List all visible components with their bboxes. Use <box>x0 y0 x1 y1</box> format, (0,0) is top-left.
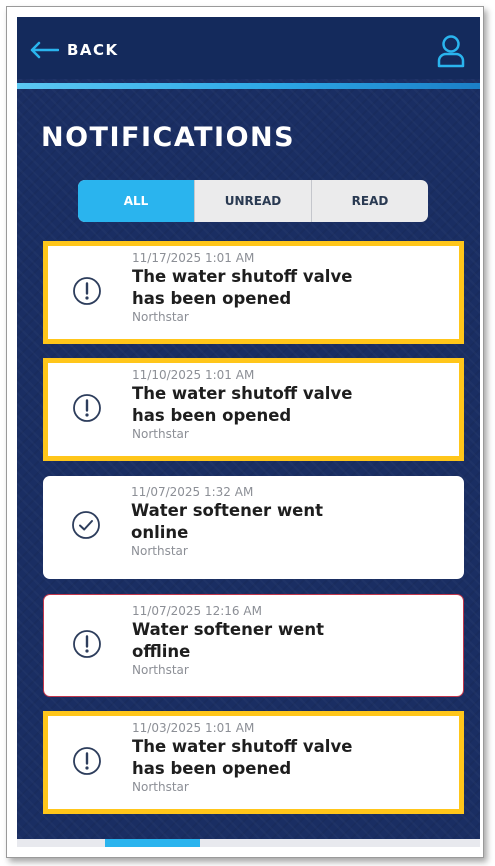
arrow-left-icon <box>30 41 59 59</box>
user-icon <box>437 35 465 68</box>
notification-card[interactable]: 11/17/2025 1:01 AM The water shutoff val… <box>43 241 464 344</box>
back-button[interactable]: BACK <box>29 37 119 63</box>
tab-unread[interactable]: UNREAD <box>195 180 312 222</box>
notification-time: 11/07/2025 12:16 AM <box>132 604 262 618</box>
notification-card[interactable]: 11/07/2025 1:32 AM Water softener went o… <box>43 476 464 579</box>
exclamation-circle-icon <box>73 277 101 305</box>
notification-card[interactable]: 11/03/2025 1:01 AM The water shutoff val… <box>43 711 464 814</box>
notification-time: 11/10/2025 1:01 AM <box>132 368 255 382</box>
notification-content: 11/07/2025 12:16 AM Water softener went … <box>132 604 452 678</box>
back-label: BACK <box>67 41 119 59</box>
notification-title: The water shutoff valve has been opened <box>132 384 353 425</box>
tab-all[interactable]: ALL <box>78 180 195 222</box>
notification-source: Northstar <box>132 427 189 441</box>
notification-title: The water shutoff valve has been opened <box>132 267 353 308</box>
notification-content: 11/10/2025 1:01 AM The water shutoff val… <box>132 368 452 442</box>
screenshot-frame: BACK NOTIFICATIONS ALL UNREAD READ 11/17… <box>6 6 484 858</box>
notification-content: 11/07/2025 1:32 AM Water softener went o… <box>131 485 451 559</box>
exclamation-circle-icon <box>73 747 101 775</box>
notification-card[interactable]: 11/10/2025 1:01 AM The water shutoff val… <box>43 358 464 461</box>
top-header: BACK <box>17 17 480 79</box>
filter-tabs: ALL UNREAD READ <box>78 180 428 222</box>
notification-card[interactable]: 11/07/2025 12:16 AM Water softener went … <box>43 594 464 697</box>
tab-read[interactable]: READ <box>312 180 428 222</box>
notification-content: 11/03/2025 1:01 AM The water shutoff val… <box>132 721 452 795</box>
exclamation-circle-icon <box>73 630 101 658</box>
notification-source: Northstar <box>132 310 189 324</box>
header-accent-bar <box>17 83 480 89</box>
notification-source: Northstar <box>132 663 189 677</box>
notification-source: Northstar <box>131 544 188 558</box>
page-title: NOTIFICATIONS <box>41 122 296 153</box>
check-circle-icon <box>72 511 100 539</box>
bottom-nav-bar <box>17 839 480 847</box>
exclamation-circle-icon <box>73 394 101 422</box>
app-screen: BACK NOTIFICATIONS ALL UNREAD READ 11/17… <box>17 17 480 847</box>
notification-title: The water shutoff valve has been opened <box>132 737 353 778</box>
notification-source: Northstar <box>132 780 189 794</box>
notification-time: 11/17/2025 1:01 AM <box>132 251 255 265</box>
notification-time: 11/07/2025 1:32 AM <box>131 485 254 499</box>
notification-title: Water softener went offline <box>132 620 325 661</box>
user-profile-button[interactable] <box>437 34 465 72</box>
bottom-nav-active-indicator <box>105 839 200 847</box>
notification-time: 11/03/2025 1:01 AM <box>132 721 255 735</box>
notification-title: Water softener went online <box>131 501 324 542</box>
notification-content: 11/17/2025 1:01 AM The water shutoff val… <box>132 251 452 325</box>
